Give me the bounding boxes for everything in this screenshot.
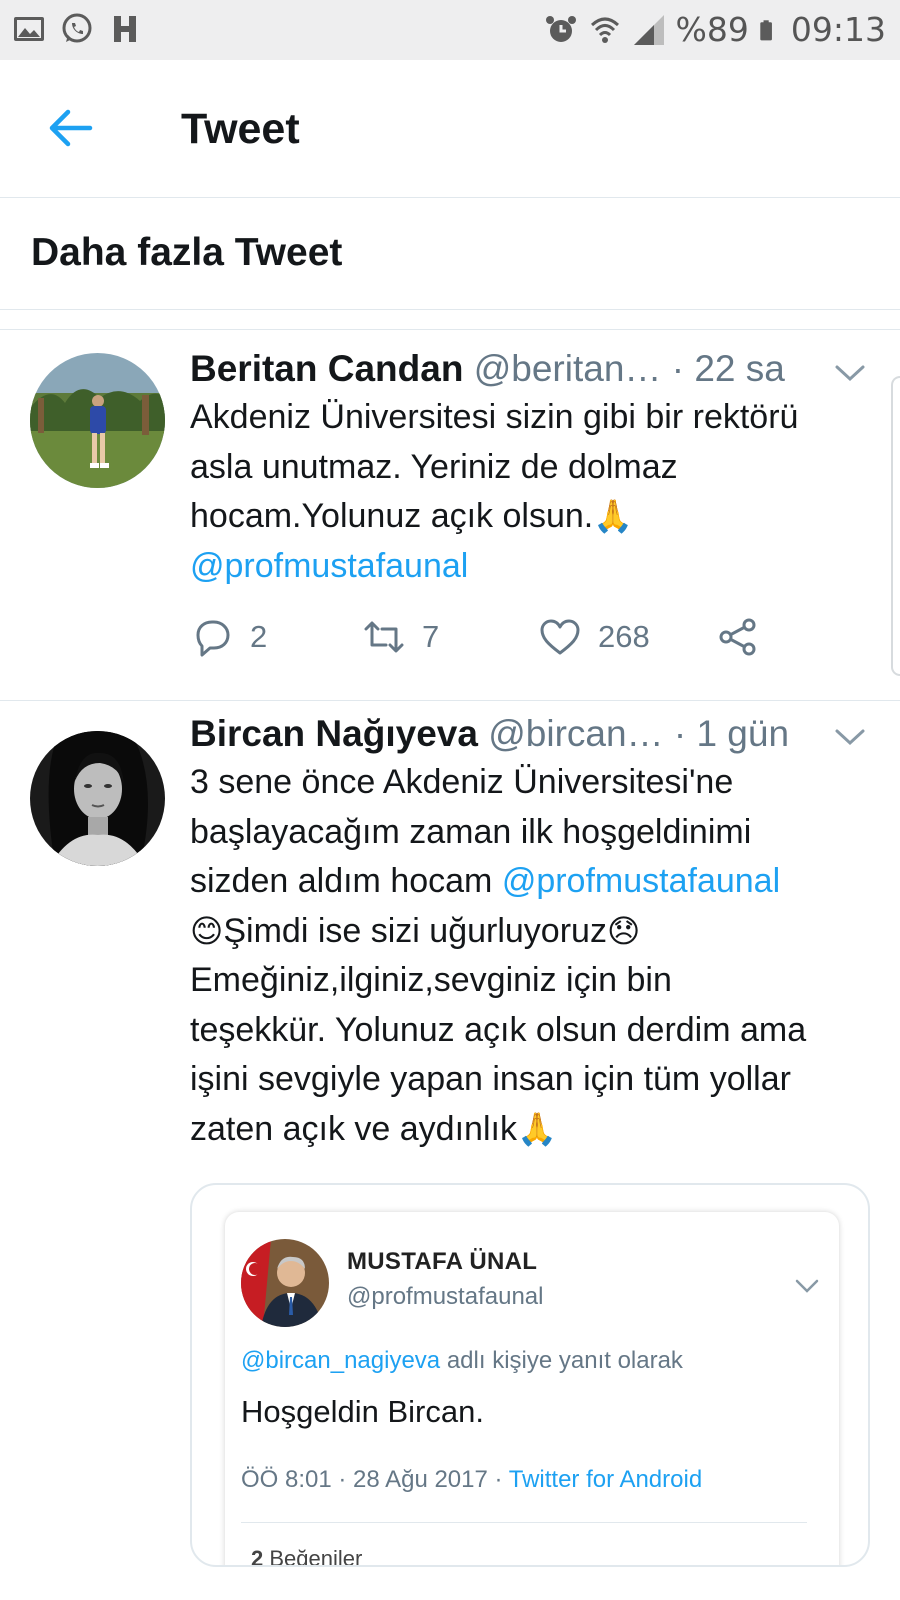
reply-icon [196,620,230,657]
tweet-text-segment: Şimdi ise sizi uğurluyoruz [223,911,607,950]
avatar[interactable] [30,353,165,488]
tweet-separator: · [671,348,685,389]
tweet-text-line: başlayacağım zaman ilk hoşgeldinimi [190,812,752,851]
tweet-card[interactable]: Beritan Candan @beritan… · 22 sa Akdeniz… [0,331,900,701]
tweet-text-segment: sizden aldım hocam [190,862,502,900]
wifi-icon [590,17,619,43]
author-name: MUSTAFA ÜNAL [347,1248,538,1275]
back-arrow-icon[interactable] [46,106,94,150]
signal-icon [633,14,664,45]
bottom-area [0,1567,900,1600]
reply-count: 2 [250,619,268,654]
sad-emoji: 😞 [606,912,641,949]
retweet-button[interactable]: 7 [362,615,538,659]
likes-summary: 2 Beğeniler [251,1546,363,1567]
likes-count: 2 [251,1546,264,1567]
embedded-tweet-screenshot: MUSTAFA ÜNAL @profmustafaunal @bircan_na… [225,1212,839,1567]
retweet-count: 7 [422,619,440,654]
chevron-down-icon[interactable] [834,363,866,383]
status-bar: %89 09:13 [0,0,900,60]
tweet-text-line: zaten açık ve aydınlık🙏 [190,1105,880,1155]
tweet-meta: ÖÖ 8:01 · 28 Ağu 2017 · Twitter for Andr… [241,1466,702,1494]
more-tweets-section: Daha fazla Tweet [0,198,900,310]
battery-icon [760,19,772,40]
share-icon [719,618,756,656]
author-name[interactable]: Beritan Candan [190,348,463,389]
avatar [241,1239,329,1327]
avatar[interactable] [30,731,165,866]
reply-context: @bircan_nagiyeva adlı kişiye yanıt olara… [241,1347,683,1375]
chevron-down-icon [795,1279,819,1293]
tweet-text-line: Akdeniz Üniversitesi sizin gibi bir rekt… [190,398,799,436]
mention-link[interactable]: @profmustafaunal [502,862,780,900]
tweet-separator: · [673,713,687,754]
author-name[interactable]: Bircan Nağıyeva [190,713,478,754]
pray-emoji: 🙏 [516,1110,557,1147]
alarm-icon [545,15,576,42]
embedded-tweet-text: Hoşgeldin Bircan. [241,1394,484,1429]
tweet-text-segment: hocam.Yolunuz açık olsun. [190,497,594,535]
author-handle: @profmustafaunal [347,1283,544,1310]
tweet-text-line: asla unutmaz. Yeriniz de dolmaz [190,447,678,486]
tweet-source: Twitter for Android [508,1466,703,1493]
pray-emoji: 🙏 [593,498,634,534]
author-handle[interactable]: @bircan… [488,713,663,754]
chevron-down-icon[interactable] [834,727,866,747]
tweet-text-line: 😊Şimdi ise sizi uğurluyoruz😞 [190,907,880,957]
tweet-time: 1 gün [696,713,790,754]
like-count: 268 [598,619,650,654]
status-time: 09:13 [790,10,886,49]
reply-context-text: adlı kişiye yanıt olarak [440,1347,683,1374]
section-title: Daha fazla Tweet [31,231,343,274]
tweet-text-line: hocam.Yolunuz açık olsun.🙏 [190,492,880,542]
tweet-text-line: işini sevgiyle yapan insan için tüm yoll… [190,1060,791,1098]
tweet-time: 22 sa [694,348,785,389]
whatsapp-icon [62,13,92,43]
tweet-header: Bircan Nağıyeva @bircan… · 1 gün [190,712,789,756]
battery-percent: %89 [675,10,749,49]
embedded-tweet-card[interactable]: MUSTAFA ÜNAL @profmustafaunal @bircan_na… [190,1183,870,1567]
tweet-header: Beritan Candan @beritan… · 22 sa [190,347,785,391]
reply-button[interactable]: 2 [190,615,362,659]
retweet-icon [364,621,404,653]
page-title: Tweet [181,105,300,153]
smile-emoji: 😊 [190,912,224,949]
share-button[interactable] [716,615,760,659]
tweet-text-line: 3 sene önce Akdeniz Üniversitesi'ne [190,763,734,801]
tweet-text: 3 sene önce Akdeniz Üniversitesi'ne başl… [190,758,880,1154]
like-button[interactable]: 268 [538,615,716,659]
author-handle[interactable]: @beritan… [474,348,662,389]
tweet-text-line: Emeğiniz,ilginiz,sevginiz için bin [190,961,672,999]
gallery-icon [14,17,44,41]
tweet-actions: 2 7 268 [190,615,760,659]
tweet-timestamp: ÖÖ 8:01 · 28 Ağu 2017 · [241,1466,509,1493]
heart-icon [540,619,580,655]
tweet-text-segment: zaten açık ve aydınlık [190,1109,517,1148]
likes-label: Beğeniler [263,1546,363,1567]
section-spacer [0,311,900,330]
reply-mention: @bircan_nagiyeva [241,1347,441,1374]
tweet-text-line: sizden aldım hocam @profmustafaunal [190,857,880,907]
h-app-icon [114,16,136,42]
tweet-text: Akdeniz Üniversitesi sizin gibi bir rekt… [190,393,880,591]
tweet-text-line: teşekkür. Yolunuz açık olsun derdim ama [190,1010,807,1049]
app-header: Tweet [0,60,900,198]
divider [241,1522,807,1523]
mention-link[interactable]: @profmustafaunal [190,547,468,585]
